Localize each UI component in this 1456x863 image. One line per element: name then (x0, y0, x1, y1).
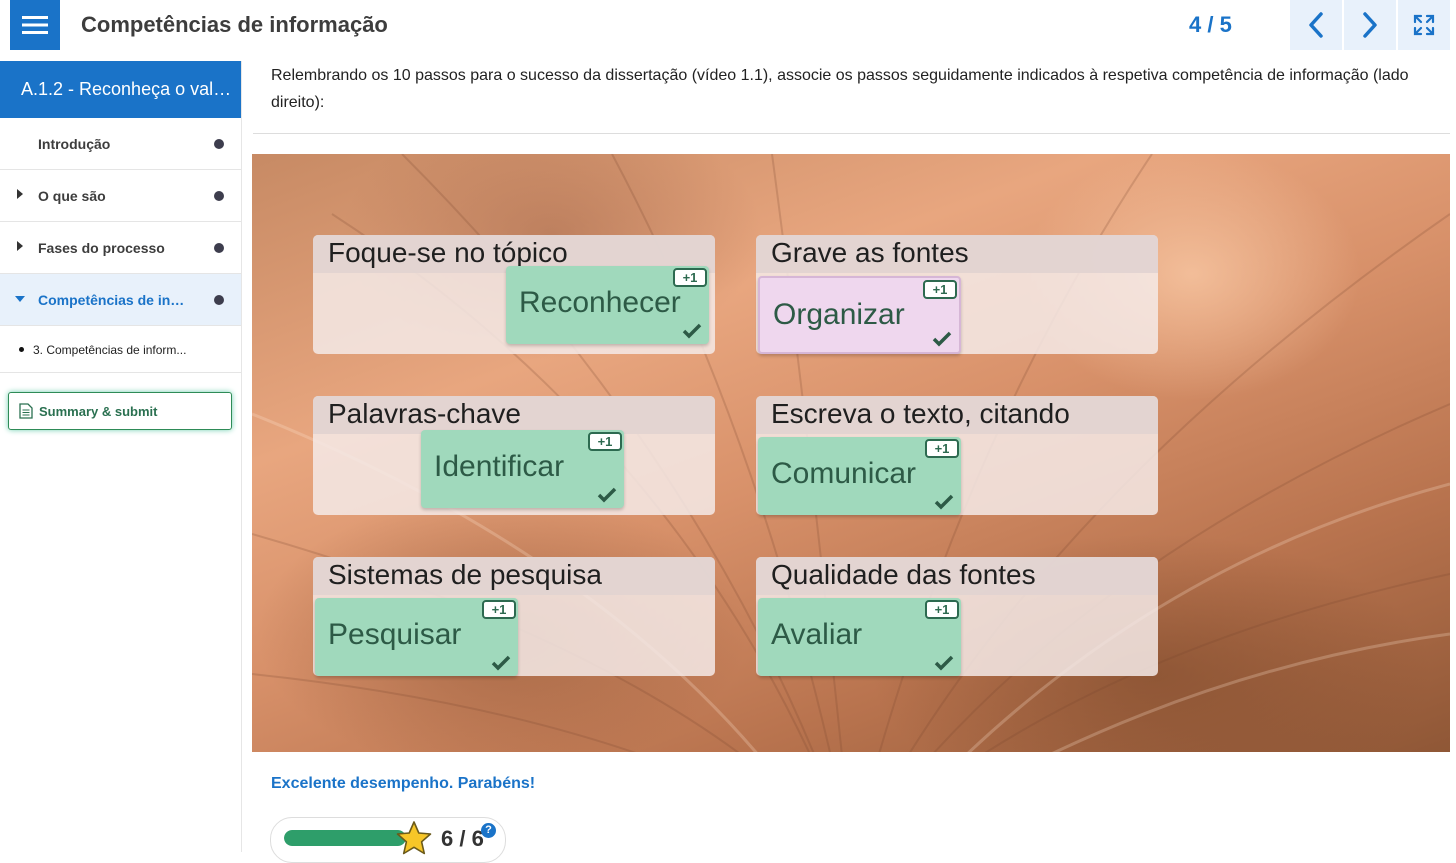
score-text: 6 / 6 (441, 826, 484, 851)
sidebar-item-label: Competências de informação (38, 292, 188, 308)
score-badge: +1 (923, 280, 957, 299)
drop-zone-title: Qualidade das fontes (756, 557, 1158, 595)
caret-down-icon (15, 296, 25, 302)
sidebar-header[interactable]: A.1.2 - Reconheça o valor das competênci… (0, 61, 241, 118)
sidebar-item-o-que-sao[interactable]: O que são (0, 170, 241, 222)
sidebar-subitem[interactable]: 3. Competências de inform... (0, 326, 241, 373)
answer-chip-label: Avaliar (771, 618, 863, 651)
chevron-right-icon (1363, 12, 1377, 38)
sidebar-item-label: Fases do processo (38, 240, 165, 256)
answer-chip-label: Organizar (773, 298, 905, 331)
sidebar-item-competencias[interactable]: Competências de informação (0, 274, 241, 326)
drop-zone-title: Palavras-chave (313, 396, 715, 434)
score-progress-bar (284, 830, 406, 846)
fullscreen-button[interactable] (1398, 0, 1450, 50)
drop-zone-title: Escreva o texto, citando (756, 396, 1158, 434)
progress-dot (214, 191, 224, 201)
expand-icon (1413, 14, 1435, 36)
drag-drop-board: Foque-se no tópico Reconhecer +1 Grave a… (252, 154, 1450, 752)
score-badge: +1 (925, 600, 959, 619)
page-title: Competências de informação (81, 12, 388, 37)
answer-chip-label: Identificar (434, 450, 565, 483)
check-icon (597, 487, 617, 503)
hamburger-icon (22, 16, 48, 34)
summary-submit-label: Summary & submit (39, 403, 158, 419)
sidebar: A.1.2 - Reconheça o valor das competênci… (0, 61, 242, 852)
drop-zone-title: Grave as fontes (756, 235, 1158, 273)
progress-dot (214, 139, 224, 149)
caret-right-icon (17, 241, 23, 251)
score-badge: +1 (925, 439, 959, 458)
sidebar-item-introducao[interactable]: Introdução (0, 118, 241, 170)
star-icon (396, 821, 432, 855)
answer-chip-label: Comunicar (771, 457, 917, 490)
answer-chip-label: Reconhecer (519, 286, 681, 319)
check-icon (934, 655, 954, 671)
progress-dot (214, 243, 224, 253)
feedback-text: Excelente desempenho. Parabéns! (271, 775, 536, 792)
bullet-icon (19, 347, 24, 352)
menu-button[interactable] (10, 0, 60, 50)
answer-chip-label: Pesquisar (328, 618, 462, 651)
progress-dot (214, 295, 224, 305)
question-text: Relembrando os 10 passos para o sucesso … (271, 67, 1409, 111)
document-icon (19, 403, 33, 419)
sidebar-item-label: Introdução (38, 136, 111, 152)
check-icon (932, 331, 952, 347)
sidebar-item-label: O que são (38, 188, 106, 204)
answer-chip[interactable]: Avaliar +1 (758, 598, 961, 676)
score-badge: +1 (588, 432, 622, 451)
drop-zone-title: Sistemas de pesquisa (313, 557, 715, 595)
summary-submit-button[interactable]: Summary & submit (8, 392, 232, 430)
divider (253, 133, 1450, 134)
check-icon (682, 323, 702, 339)
answer-chip[interactable]: Reconhecer +1 (506, 266, 709, 344)
score-badge: +1 (673, 268, 707, 287)
answer-chip[interactable]: Pesquisar +1 (315, 598, 518, 676)
score-badge: +1 (482, 600, 516, 619)
score-panel: 6 / 6 ? (270, 817, 506, 863)
chevron-left-icon (1309, 12, 1323, 38)
check-icon (491, 655, 511, 671)
top-bar: Competências de informação 4 / 5 (0, 0, 1456, 50)
page-counter: 4 / 5 (1189, 12, 1232, 37)
answer-chip[interactable]: Organizar +1 (758, 276, 961, 354)
check-icon (934, 494, 954, 510)
sidebar-subitem-label: 3. Competências de inform... (33, 343, 187, 357)
answer-chip[interactable]: Comunicar +1 (758, 437, 961, 515)
score-progress-fill (284, 830, 406, 846)
sidebar-item-fases[interactable]: Fases do processo (0, 222, 241, 274)
caret-right-icon (17, 189, 23, 199)
prev-button[interactable] (1290, 0, 1342, 50)
answer-chip[interactable]: Identificar +1 (421, 430, 624, 508)
help-icon[interactable]: ? (481, 823, 496, 838)
next-button[interactable] (1344, 0, 1396, 50)
